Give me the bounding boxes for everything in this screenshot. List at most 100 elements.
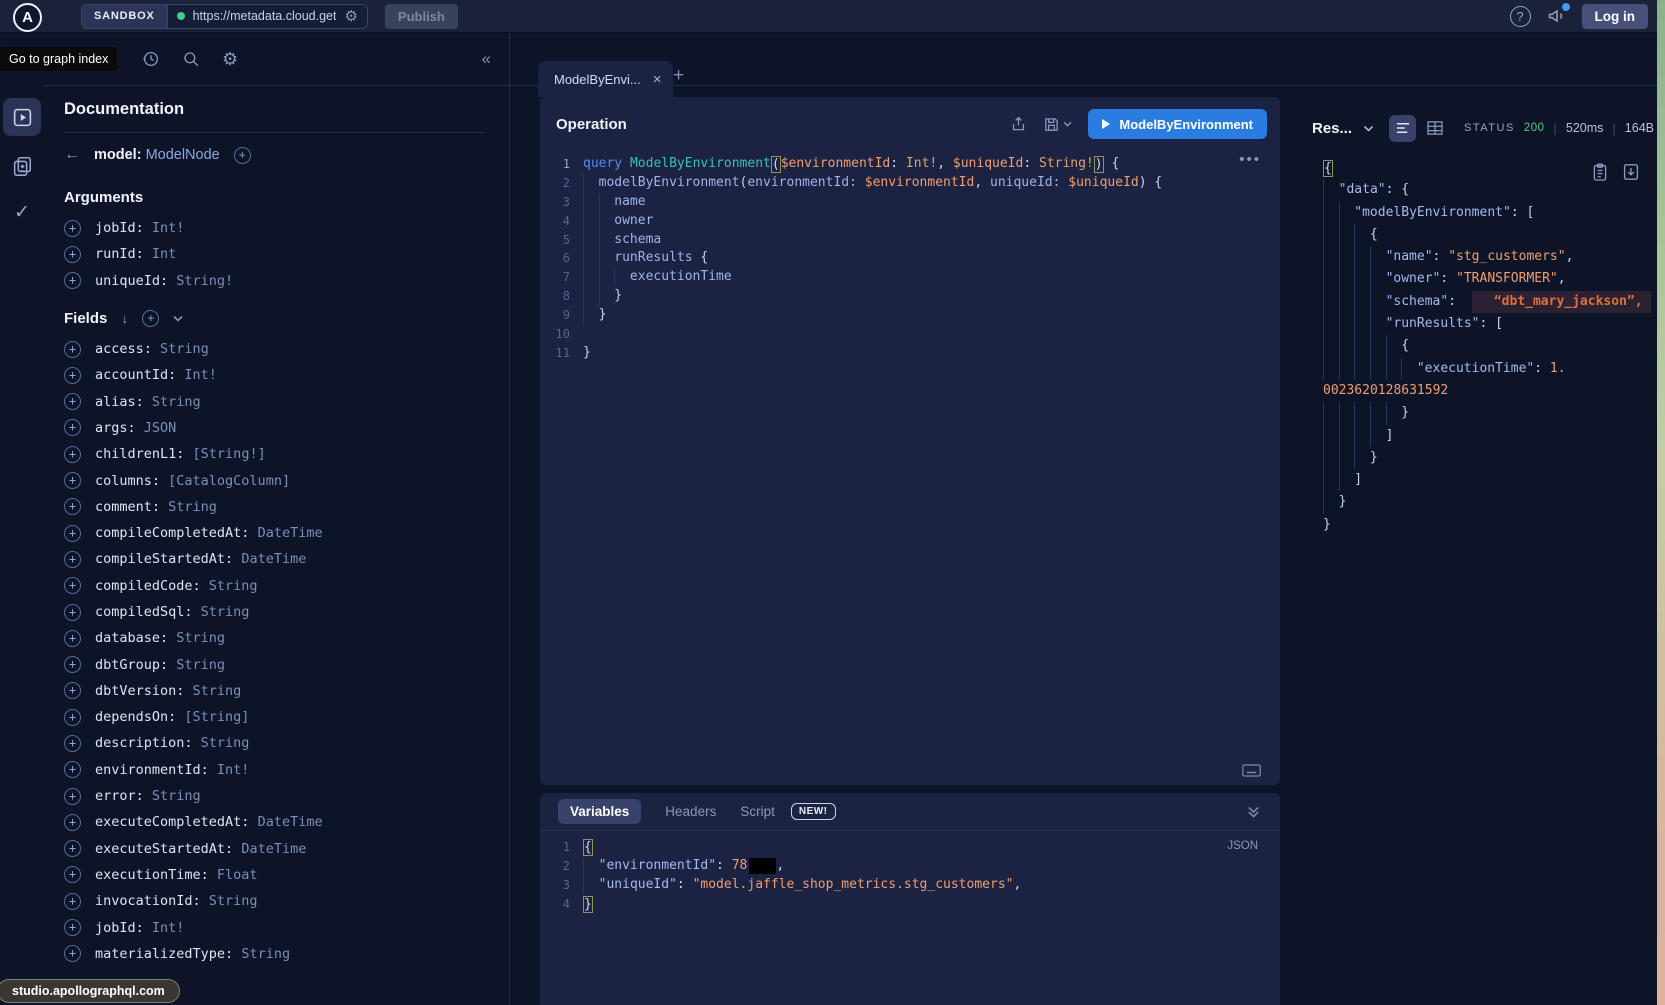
download-response-icon[interactable] bbox=[1623, 163, 1639, 181]
tab-modelbyenvironment[interactable]: ModelByEnvi... × bbox=[538, 61, 673, 97]
add-field-icon[interactable] bbox=[64, 525, 81, 542]
variables-tab-variables[interactable]: Variables bbox=[558, 799, 641, 824]
field-row[interactable]: environmentId: Int! bbox=[64, 757, 485, 783]
back-arrow-icon[interactable]: ← bbox=[64, 146, 80, 164]
field-row[interactable]: compiledCode: String bbox=[64, 573, 485, 599]
response-viewer[interactable]: {"data": {"modelByEnvironment": [{"name"… bbox=[1323, 157, 1657, 536]
collapse-variables-icon[interactable] bbox=[1247, 806, 1260, 818]
search-icon[interactable] bbox=[182, 50, 200, 68]
table-view-toggle[interactable] bbox=[1427, 121, 1443, 135]
field-text: description: String bbox=[95, 735, 249, 751]
field-row[interactable]: accountId: Int! bbox=[64, 362, 485, 388]
announcements-icon[interactable] bbox=[1547, 6, 1567, 26]
response-chevron-icon[interactable] bbox=[1363, 125, 1374, 132]
endpoint-url-text[interactable]: https://metadata.cloud.get bbox=[193, 9, 337, 23]
field-row[interactable]: executeCompletedAt: DateTime bbox=[64, 809, 485, 835]
field-row[interactable]: error: String bbox=[64, 783, 485, 809]
add-field-icon[interactable] bbox=[64, 709, 81, 726]
field-row[interactable]: executeStartedAt: DateTime bbox=[64, 836, 485, 862]
add-field-icon[interactable] bbox=[64, 814, 81, 831]
field-row[interactable]: childrenL1: [String!] bbox=[64, 441, 485, 467]
add-field-icon[interactable] bbox=[64, 551, 81, 568]
history-icon[interactable] bbox=[142, 50, 160, 68]
variables-editor[interactable]: 1{2"environmentId": 78,3"uniqueId": "mod… bbox=[540, 838, 1280, 914]
argument-row[interactable]: runId: Int bbox=[64, 241, 485, 267]
add-field-icon[interactable] bbox=[64, 840, 81, 857]
field-row[interactable]: invocationId: String bbox=[64, 888, 485, 914]
add-field-icon[interactable] bbox=[64, 498, 81, 515]
share-operation-icon[interactable] bbox=[1010, 115, 1027, 133]
rail-item-schema[interactable] bbox=[11, 155, 33, 177]
endpoint-url-field[interactable]: https://metadata.cloud.get ⚙ bbox=[168, 5, 367, 28]
field-row[interactable]: executionTime: Float bbox=[64, 862, 485, 888]
save-operation-control[interactable] bbox=[1043, 116, 1072, 133]
argument-row[interactable]: jobId: Int! bbox=[64, 215, 485, 241]
model-type-link[interactable]: ModelNode bbox=[146, 147, 220, 163]
add-field-icon[interactable] bbox=[64, 866, 81, 883]
tab-close-icon[interactable]: × bbox=[653, 71, 662, 88]
field-row[interactable]: args: JSON bbox=[64, 415, 485, 441]
field-row[interactable]: alias: String bbox=[64, 388, 485, 414]
keyboard-shortcuts-icon[interactable] bbox=[1242, 764, 1261, 777]
add-field-icon[interactable] bbox=[64, 604, 81, 621]
field-row[interactable]: compileCompletedAt: DateTime bbox=[64, 520, 485, 546]
field-text: comment: String bbox=[95, 499, 217, 515]
rail-item-explorer[interactable] bbox=[3, 98, 41, 136]
add-field-icon[interactable] bbox=[64, 341, 81, 358]
add-field-icon[interactable] bbox=[64, 761, 81, 778]
add-field-icon[interactable] bbox=[64, 630, 81, 647]
add-field-icon[interactable] bbox=[64, 220, 81, 237]
field-row[interactable]: compileStartedAt: DateTime bbox=[64, 546, 485, 572]
field-row[interactable]: materializedType: String bbox=[64, 941, 485, 967]
publish-button[interactable]: Publish bbox=[385, 4, 458, 29]
add-field-icon[interactable] bbox=[64, 682, 81, 699]
variables-tab-headers[interactable]: Headers bbox=[665, 804, 716, 819]
add-all-fields-icon[interactable] bbox=[234, 147, 251, 164]
sort-fields-icon[interactable]: ↓ bbox=[121, 310, 128, 326]
add-field-icon[interactable] bbox=[64, 656, 81, 673]
copy-response-icon[interactable] bbox=[1592, 163, 1608, 181]
editor-menu-icon[interactable]: ••• bbox=[1239, 155, 1261, 165]
field-row[interactable]: comment: String bbox=[64, 494, 485, 520]
collapse-panel-icon[interactable]: « bbox=[482, 49, 491, 69]
add-field-icon[interactable] bbox=[64, 919, 81, 936]
field-row[interactable]: access: String bbox=[64, 336, 485, 362]
add-field-icon[interactable] bbox=[64, 735, 81, 752]
add-field-icon[interactable] bbox=[64, 577, 81, 594]
raw-view-toggle[interactable] bbox=[1389, 115, 1416, 142]
field-row[interactable]: columns: [CatalogColumn] bbox=[64, 467, 485, 493]
operation-editor[interactable]: 1query ModelByEnvironment($environmentId… bbox=[540, 147, 1280, 363]
field-row[interactable]: database: String bbox=[64, 625, 485, 651]
add-field-icon[interactable] bbox=[64, 272, 81, 289]
argument-row[interactable]: uniqueId: String! bbox=[64, 268, 485, 294]
field-row[interactable]: dbtVersion: String bbox=[64, 678, 485, 704]
new-tab-icon[interactable]: + bbox=[673, 65, 684, 87]
add-field-icon[interactable] bbox=[64, 246, 81, 263]
field-row[interactable]: dependsOn: [String] bbox=[64, 704, 485, 730]
add-field-icon[interactable] bbox=[64, 419, 81, 436]
field-row[interactable]: description: String bbox=[64, 730, 485, 756]
endpoint-settings-icon[interactable]: ⚙ bbox=[344, 9, 357, 24]
rail-item-checks[interactable]: ✓ bbox=[14, 201, 30, 224]
field-row[interactable]: compiledSql: String bbox=[64, 599, 485, 625]
add-field-icon[interactable] bbox=[64, 446, 81, 463]
add-field-icon[interactable] bbox=[64, 472, 81, 489]
variables-tab-script[interactable]: Script bbox=[740, 804, 775, 819]
chevron-down-icon[interactable] bbox=[173, 315, 183, 322]
add-field-icon[interactable] bbox=[64, 893, 81, 910]
help-icon[interactable]: ? bbox=[1510, 6, 1531, 27]
add-fields-icon[interactable] bbox=[142, 310, 159, 327]
field-row[interactable]: jobId: Int! bbox=[64, 914, 485, 940]
apollo-logo-icon[interactable]: A bbox=[13, 3, 42, 32]
field-row[interactable]: dbtGroup: String bbox=[64, 651, 485, 677]
add-field-icon[interactable] bbox=[64, 367, 81, 384]
variables-tab-bar: VariablesHeadersScriptNEW! bbox=[540, 793, 1280, 831]
code-line: "data": { bbox=[1323, 179, 1657, 201]
add-field-icon[interactable] bbox=[64, 945, 81, 962]
add-field-icon[interactable] bbox=[64, 393, 81, 410]
settings-gear-icon[interactable]: ⚙ bbox=[222, 50, 238, 68]
run-operation-button[interactable]: ModelByEnvironment bbox=[1088, 109, 1267, 139]
doc-title: Documentation bbox=[64, 100, 485, 133]
login-button[interactable]: Log in bbox=[1582, 4, 1649, 29]
add-field-icon[interactable] bbox=[64, 788, 81, 805]
